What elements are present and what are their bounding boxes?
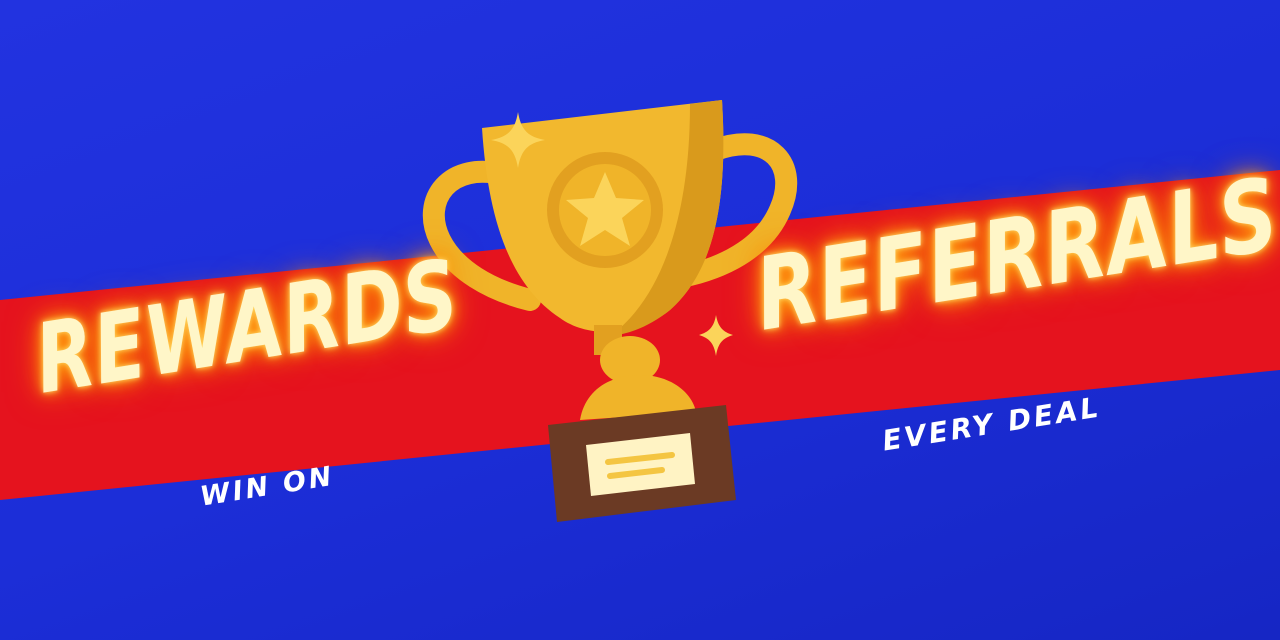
referral-rewards-banner: REWARDS REFERRALS WIN ON EVERY DEAL [0, 0, 1280, 640]
